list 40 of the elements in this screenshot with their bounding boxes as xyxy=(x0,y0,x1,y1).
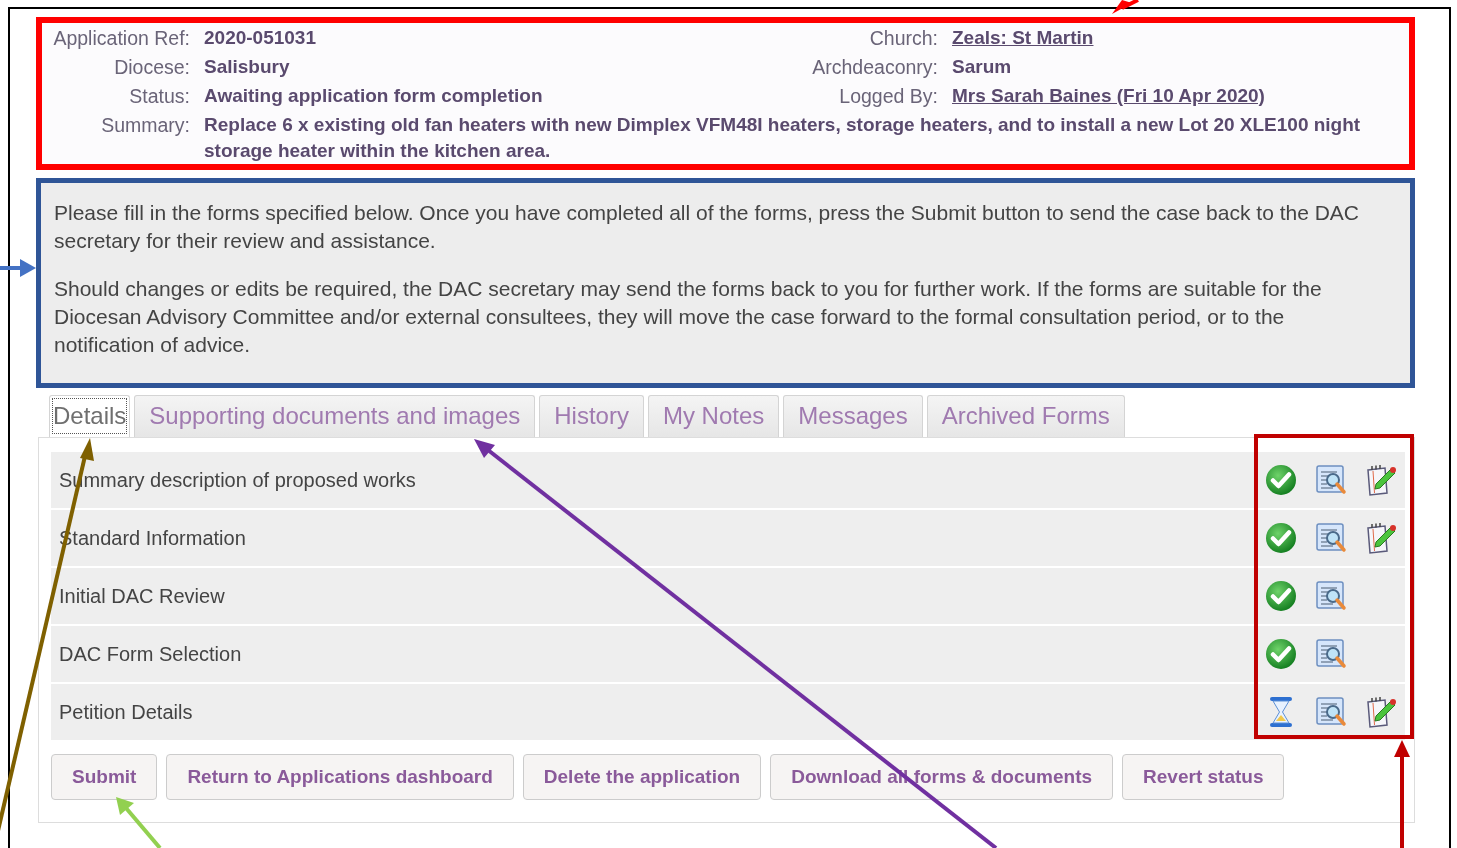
edit-notepad-icon[interactable] xyxy=(1365,464,1397,496)
tab[interactable]: Supporting documents and images xyxy=(134,395,536,437)
form-name: DAC Form Selection xyxy=(59,642,242,666)
form-name: Initial DAC Review xyxy=(59,584,225,608)
view-document-icon[interactable] xyxy=(1315,580,1347,612)
edit-notepad-icon[interactable] xyxy=(1365,522,1397,554)
action-button[interactable]: Delete the application xyxy=(522,754,762,800)
field-value: Replace 6 x existing old fan heaters with new Dimplex VFM48I heaters, storage heaters, and to install a new Lot 20 XLE100 night storage heater within the kitchen area. xyxy=(204,113,1362,163)
tab[interactable]: Messages xyxy=(783,395,923,437)
annotation-arrow xyxy=(1112,0,1139,14)
field-link[interactable]: Mrs Sarah Baines (Fri 10 Apr 2020) xyxy=(952,83,1405,109)
tab[interactable]: Archived Forms xyxy=(926,395,1125,437)
view-document-icon[interactable] xyxy=(1315,696,1347,728)
field-label: Status: xyxy=(128,84,190,109)
tab[interactable]: My Notes xyxy=(647,395,780,437)
field-value: Salisbury xyxy=(204,55,291,79)
instruction-text: Please fill in the forms specified below. Once you have completed all of the forms, press the Submit button to send the case back to the DAC secretary for their review and assistance. xyxy=(54,200,1361,254)
field-label: Summary: xyxy=(100,113,190,138)
field-label: Diocese: xyxy=(113,55,190,80)
annotation-arrow xyxy=(0,259,36,277)
field-value: Sarum xyxy=(952,55,1013,79)
tab[interactable]: History xyxy=(539,395,644,437)
field-label: Archdeaconry: xyxy=(811,55,938,80)
field-link[interactable]: Zeals: St Martin xyxy=(952,25,1405,51)
field-label: Church: xyxy=(868,26,938,51)
annotation-arrow xyxy=(116,797,162,848)
view-document-icon[interactable] xyxy=(1315,638,1347,670)
view-document-icon[interactable] xyxy=(1315,522,1347,554)
field-value: Awaiting application form completion xyxy=(204,84,544,108)
edit-notepad-icon[interactable] xyxy=(1365,696,1397,728)
action-button[interactable]: Revert status xyxy=(1122,754,1285,800)
field-label: Application Ref: xyxy=(52,26,190,51)
field-value: 2020-051031 xyxy=(204,26,317,50)
form-name: Petition Details xyxy=(59,700,193,724)
instruction-text: Should changes or edits be required, the DAC secretary may send the forms back to you for further work. If the forms are suitable for the Diocesan Advisory Committee and/or external consultees, they will move the case forward to the formal consultation period, or to the notification of advice. xyxy=(54,276,1323,358)
action-button[interactable]: Return to Applications dashboard xyxy=(166,754,514,800)
field-label: Logged By: xyxy=(838,84,938,109)
action-button[interactable]: Submit xyxy=(51,754,158,800)
view-document-icon[interactable] xyxy=(1315,464,1347,496)
tab[interactable]: Details xyxy=(49,395,131,437)
